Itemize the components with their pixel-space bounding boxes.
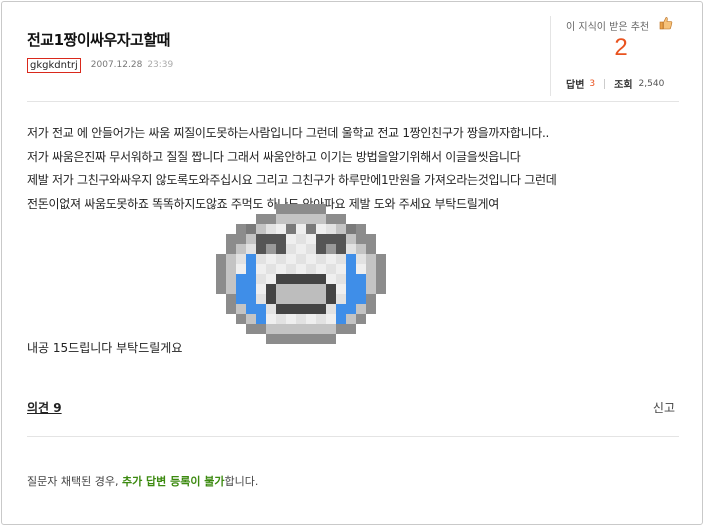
thumbs-up-icon[interactable] <box>659 16 673 30</box>
answers-count: 3 <box>589 78 596 89</box>
body-line: 저가 싸움은진짜 무서워하고 질질 짭니다 그래서 싸움안하고 이기는 방법을알… <box>27 149 521 164</box>
footer-separator <box>27 436 679 437</box>
views-label: 조회 <box>614 80 633 91</box>
body-line: 제발 저가 그친구와싸우지 않도록도와주십시요 그리고 그친구가 하루만에1만원… <box>27 173 557 187</box>
question-stats: 답변 3 조회 2,540 <box>566 76 664 91</box>
crying-face-emoticon <box>216 204 386 344</box>
recommend-label: 이 지식이 받은 추천 <box>566 22 650 33</box>
answers-label: 답변 <box>566 80 585 91</box>
report-button[interactable]: 신고 <box>653 399 675 416</box>
body-line: 저가 전교 에 안들어가는 싸움 찌질이도못하는사람입니다 그런데 울학교 전교… <box>27 126 550 140</box>
question-body: 저가 전교 에 안들어가는 싸움 찌질이도못하는사람입니다 그런데 울학교 전교… <box>27 122 677 216</box>
closing-text: 내공 15드립니다 부탁드릴게요 <box>27 341 183 355</box>
opinions-link[interactable]: 의견 9 <box>27 399 62 416</box>
question-title: 전교1짱이싸우자고할때 <box>27 31 170 49</box>
views-count: 2,540 <box>638 78 665 89</box>
notice-suffix: 합니다. <box>224 475 259 488</box>
header-separator <box>27 101 679 102</box>
adoption-notice: 질문자 채택된 경우, 추가 답변 등록이 불가합니다. <box>27 473 258 489</box>
header-divider <box>550 16 551 96</box>
post-time: 23:39 <box>147 60 174 70</box>
question-meta: gkgkdntrj 2007.12.28 23:39 <box>27 57 173 73</box>
recommend-count: 2 <box>614 34 628 61</box>
post-date: 2007.12.28 <box>90 60 143 70</box>
author-link[interactable]: gkgkdntrj <box>27 57 81 73</box>
notice-highlight: 추가 답변 등록이 불가 <box>121 475 225 488</box>
question-panel: 전교1짱이싸우자고할때 gkgkdntrj 2007.12.28 23:39 이… <box>1 1 703 525</box>
notice-prefix: 질문자 채택된 경우, <box>27 475 122 488</box>
stats-divider <box>604 78 606 89</box>
